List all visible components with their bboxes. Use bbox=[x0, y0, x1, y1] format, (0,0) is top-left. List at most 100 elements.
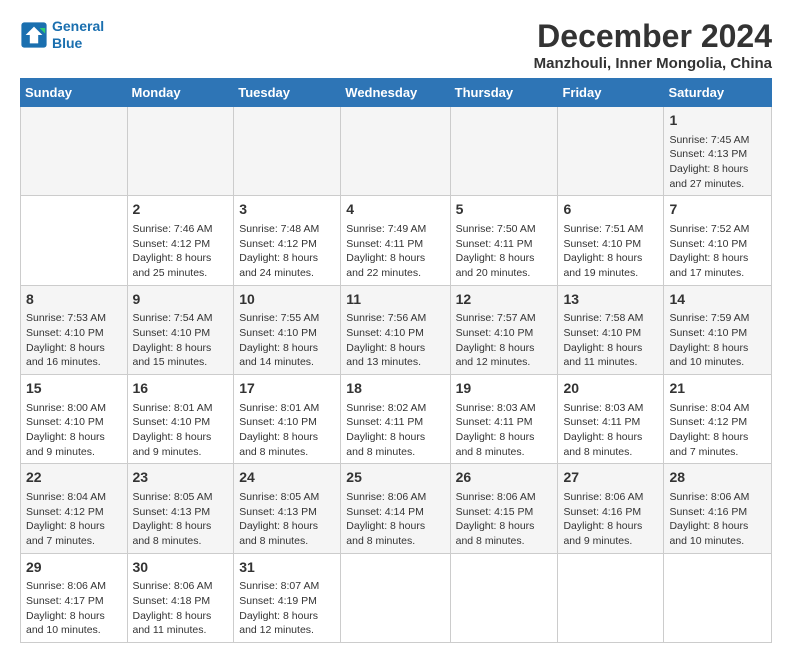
sunset-text: Sunset: 4:12 PM bbox=[26, 506, 104, 518]
sunset-text: Sunset: 4:12 PM bbox=[239, 238, 317, 250]
sunset-text: Sunset: 4:12 PM bbox=[669, 416, 747, 428]
daylight-text: Daylight: 8 hours and 8 minutes. bbox=[563, 431, 642, 458]
calendar-cell bbox=[450, 553, 558, 642]
sunrise-text: Sunrise: 8:01 AM bbox=[239, 402, 319, 414]
day-number: 24 bbox=[239, 468, 335, 488]
day-number: 16 bbox=[133, 379, 229, 399]
daylight-text: Daylight: 8 hours and 12 minutes. bbox=[239, 610, 318, 637]
sunrise-text: Sunrise: 8:06 AM bbox=[346, 491, 426, 503]
calendar-cell: 21Sunrise: 8:04 AMSunset: 4:12 PMDayligh… bbox=[664, 375, 772, 464]
sunrise-text: Sunrise: 8:02 AM bbox=[346, 402, 426, 414]
logo-line1: General bbox=[52, 18, 104, 34]
day-number: 26 bbox=[456, 468, 553, 488]
calendar-cell: 9Sunrise: 7:54 AMSunset: 4:10 PMDaylight… bbox=[127, 285, 234, 374]
daylight-text: Daylight: 8 hours and 25 minutes. bbox=[133, 252, 212, 279]
calendar-cell: 17Sunrise: 8:01 AMSunset: 4:10 PMDayligh… bbox=[234, 375, 341, 464]
main-title: December 2024 bbox=[534, 18, 772, 55]
calendar-cell: 30 Sunrise: 8:06 AM Sunset: 4:18 PM Dayligh… bbox=[127, 553, 234, 642]
day-number: 21 bbox=[669, 379, 766, 399]
sunset-text: Sunset: 4:18 PM bbox=[133, 595, 211, 607]
header-row: SundayMondayTuesdayWednesdayThursdayFrid… bbox=[21, 79, 772, 107]
calendar-cell: 24 Sunrise: 8:05 AM Sunset: 4:13 PM Dayligh… bbox=[234, 464, 341, 553]
day-number: 18 bbox=[346, 379, 444, 399]
subtitle: Manzhouli, Inner Mongolia, China bbox=[534, 55, 772, 72]
calendar-cell: 7Sunrise: 7:52 AMSunset: 4:10 PMDaylight… bbox=[664, 196, 772, 285]
daylight-text: Daylight: 8 hours and 20 minutes. bbox=[456, 252, 535, 279]
daylight-text: Daylight: 8 hours and 12 minutes. bbox=[456, 342, 535, 369]
sunrise-text: Sunrise: 8:03 AM bbox=[563, 402, 643, 414]
sunrise-text: Sunrise: 7:50 AM bbox=[456, 223, 536, 235]
sunrise-text: Sunrise: 7:46 AM bbox=[133, 223, 213, 235]
sunset-text: Sunset: 4:10 PM bbox=[133, 327, 211, 339]
sunrise-text: Sunrise: 8:00 AM bbox=[26, 402, 106, 414]
sunset-text: Sunset: 4:10 PM bbox=[26, 416, 104, 428]
calendar-cell: 6Sunrise: 7:51 AMSunset: 4:10 PMDaylight… bbox=[558, 196, 664, 285]
day-number: 22 bbox=[26, 468, 122, 488]
daylight-text: Daylight: 8 hours and 9 minutes. bbox=[26, 431, 105, 458]
calendar-cell: 18Sunrise: 8:02 AMSunset: 4:11 PMDayligh… bbox=[341, 375, 450, 464]
week-row-2: 2Sunrise: 7:46 AMSunset: 4:12 PMDaylight… bbox=[21, 196, 772, 285]
day-number: 30 bbox=[133, 558, 229, 578]
calendar-cell bbox=[450, 107, 558, 196]
calendar-cell bbox=[341, 553, 450, 642]
calendar-cell bbox=[664, 553, 772, 642]
day-number: 3 bbox=[239, 200, 335, 220]
sunrise-text: Sunrise: 7:49 AM bbox=[346, 223, 426, 235]
calendar-cell: 10Sunrise: 7:55 AMSunset: 4:10 PMDayligh… bbox=[234, 285, 341, 374]
daylight-text: Daylight: 8 hours and 19 minutes. bbox=[563, 252, 642, 279]
calendar-cell: 25Sunrise: 8:06 AMSunset: 4:14 PMDayligh… bbox=[341, 464, 450, 553]
logo: General Blue bbox=[20, 18, 104, 52]
daylight-text: Daylight: 8 hours and 24 minutes. bbox=[239, 252, 318, 279]
calendar-cell: 4Sunrise: 7:49 AMSunset: 4:11 PMDaylight… bbox=[341, 196, 450, 285]
daylight-text: Daylight: 8 hours and 16 minutes. bbox=[26, 342, 105, 369]
day-number: 20 bbox=[563, 379, 658, 399]
calendar-cell: 5Sunrise: 7:50 AMSunset: 4:11 PMDaylight… bbox=[450, 196, 558, 285]
sunrise-text: Sunrise: 8:06 AM bbox=[133, 580, 213, 592]
day-number: 31 bbox=[239, 558, 335, 578]
sunrise-text: Sunrise: 7:57 AM bbox=[456, 312, 536, 324]
daylight-text: Daylight: 8 hours and 8 minutes. bbox=[346, 520, 425, 547]
calendar-cell: 3Sunrise: 7:48 AMSunset: 4:12 PMDaylight… bbox=[234, 196, 341, 285]
sunset-text: Sunset: 4:13 PM bbox=[239, 506, 317, 518]
day-number: 14 bbox=[669, 290, 766, 310]
calendar-cell: 15Sunrise: 8:00 AMSunset: 4:10 PMDayligh… bbox=[21, 375, 128, 464]
day-number: 23 bbox=[133, 468, 229, 488]
sunset-text: Sunset: 4:15 PM bbox=[456, 506, 534, 518]
calendar-cell: 28Sunrise: 8:06 AMSunset: 4:16 PMDayligh… bbox=[664, 464, 772, 553]
daylight-text: Daylight: 8 hours and 8 minutes. bbox=[239, 520, 318, 547]
title-area: December 2024 Manzhouli, Inner Mongolia,… bbox=[534, 18, 772, 72]
calendar-cell: 31Sunrise: 8:07 AMSunset: 4:19 PMDayligh… bbox=[234, 553, 341, 642]
calendar-cell: 13Sunrise: 7:58 AMSunset: 4:10 PMDayligh… bbox=[558, 285, 664, 374]
page: General Blue December 2024 Manzhouli, In… bbox=[0, 0, 792, 653]
sunrise-text: Sunrise: 8:05 AM bbox=[133, 491, 213, 503]
calendar-cell: 11Sunrise: 7:56 AMSunset: 4:10 PMDayligh… bbox=[341, 285, 450, 374]
calendar-cell: 2Sunrise: 7:46 AMSunset: 4:12 PMDaylight… bbox=[127, 196, 234, 285]
sunset-text: Sunset: 4:17 PM bbox=[26, 595, 104, 607]
calendar-cell bbox=[127, 107, 234, 196]
sunrise-text: Sunrise: 8:06 AM bbox=[563, 491, 643, 503]
day-number: 4 bbox=[346, 200, 444, 220]
calendar-cell bbox=[558, 107, 664, 196]
logo-text: General Blue bbox=[52, 18, 104, 52]
day-number: 6 bbox=[563, 200, 658, 220]
sunrise-text: Sunrise: 8:04 AM bbox=[26, 491, 106, 503]
daylight-text: Daylight: 8 hours and 10 minutes. bbox=[26, 610, 105, 637]
sunrise-text: Sunrise: 8:05 AM bbox=[239, 491, 319, 503]
header: General Blue December 2024 Manzhouli, In… bbox=[20, 18, 772, 72]
week-row-1: 1Sunrise: 7:45 AMSunset: 4:13 PMDaylight… bbox=[21, 107, 772, 196]
calendar-cell bbox=[558, 553, 664, 642]
daylight-text: Daylight: 8 hours and 10 minutes. bbox=[669, 342, 748, 369]
daylight-text: Daylight: 8 hours and 17 minutes. bbox=[669, 252, 748, 279]
calendar-cell: 29Sunrise: 8:06 AMSunset: 4:17 PMDayligh… bbox=[21, 553, 128, 642]
sunset-text: Sunset: 4:10 PM bbox=[26, 327, 104, 339]
sunrise-text: Sunrise: 7:58 AM bbox=[563, 312, 643, 324]
daylight-text: Daylight: 8 hours and 11 minutes. bbox=[133, 610, 212, 637]
sunrise-text: Sunrise: 7:52 AM bbox=[669, 223, 749, 235]
sunset-text: Sunset: 4:16 PM bbox=[669, 506, 747, 518]
calendar-cell: 8Sunrise: 7:53 AMSunset: 4:10 PMDaylight… bbox=[21, 285, 128, 374]
daylight-text: Daylight: 8 hours and 27 minutes. bbox=[669, 163, 748, 190]
sunset-text: Sunset: 4:14 PM bbox=[346, 506, 424, 518]
header-cell-sunday: Sunday bbox=[21, 79, 128, 107]
daylight-text: Daylight: 8 hours and 15 minutes. bbox=[133, 342, 212, 369]
header-cell-tuesday: Tuesday bbox=[234, 79, 341, 107]
